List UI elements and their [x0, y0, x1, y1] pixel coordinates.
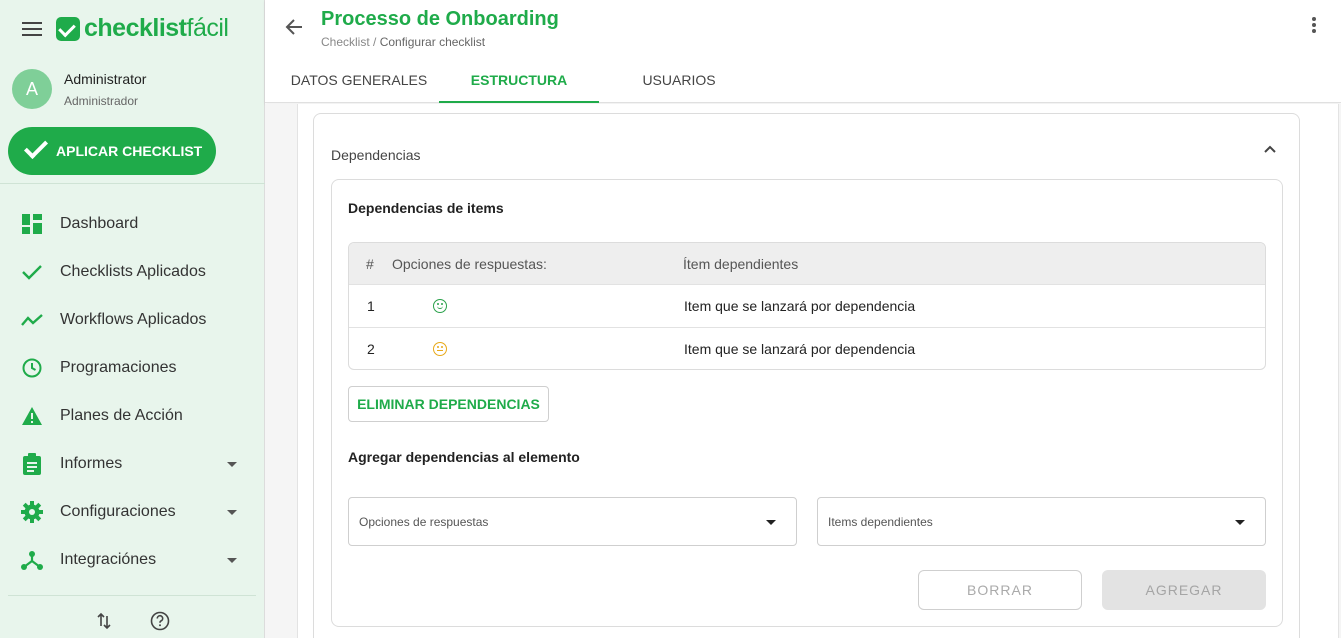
- response-options-select[interactable]: Opciones de respuestas: [348, 497, 797, 546]
- clipboard-icon: [21, 453, 43, 475]
- sidebar-item-programaciones[interactable]: Programaciones: [0, 344, 264, 392]
- table-row: 1 Item que se lanzará por dependencia: [349, 284, 1265, 327]
- dependencies-panel: Dependencias Dependencias de items # Opc…: [313, 113, 1300, 638]
- apply-checklist-button[interactable]: APLICAR CHECKLIST: [8, 127, 216, 175]
- sidebar-nav: Dashboard Checklists Aplicados Workflows…: [0, 200, 264, 584]
- sidebar-item-label: Integraciónes: [60, 551, 157, 568]
- sidebar-item-label: Dashboard: [60, 215, 139, 232]
- sidebar-item-label: Checklists Aplicados: [60, 263, 206, 280]
- divider: [0, 183, 265, 184]
- sidebar-item-planes-de-accion[interactable]: Planes de Acción: [0, 392, 264, 440]
- sidebar-item-dashboard[interactable]: Dashboard: [0, 200, 264, 248]
- dependent-item: Item que se lanzará por dependencia: [684, 298, 916, 314]
- sidebar-item-label: Planes de Acción: [60, 407, 183, 424]
- sidebar-item-label: Programaciones: [60, 359, 177, 376]
- sidebar-item-workflows-aplicados[interactable]: Workflows Aplicados: [0, 296, 264, 344]
- check-icon: [23, 134, 49, 160]
- avatar: A: [12, 69, 52, 109]
- breadcrumb-separator: /: [369, 35, 380, 49]
- sidebar-item-configuraciones[interactable]: Configuraciones: [0, 488, 264, 536]
- tab-bar: DATOS GENERALES ESTRUCTURA USUARIOS: [279, 56, 759, 103]
- help-icon[interactable]: [149, 610, 171, 632]
- neutral-face-icon: [433, 342, 447, 356]
- chevron-down-icon: [227, 461, 237, 467]
- table-row: 2 Item que se lanzará por dependencia: [349, 327, 1265, 369]
- divider: [8, 595, 256, 596]
- back-arrow-icon[interactable]: [283, 16, 305, 38]
- row-number: 1: [367, 298, 375, 314]
- dependencies-section: Dependencias de items # Opciones de resp…: [331, 179, 1283, 627]
- tab-datos-generales[interactable]: DATOS GENERALES: [279, 56, 439, 103]
- logo-check-icon: [56, 16, 80, 41]
- sort-arrows-icon[interactable]: [93, 610, 115, 632]
- dropdown-arrow-icon: [1235, 520, 1245, 525]
- gear-icon: [21, 501, 43, 523]
- breadcrumb: Checklist / Configurar checklist: [321, 35, 485, 49]
- clock-icon: [21, 357, 43, 379]
- panel-title: Dependencias: [331, 147, 421, 163]
- sidebar-item-checklists-aplicados[interactable]: Checklists Aplicados: [0, 248, 264, 296]
- column-header: #: [366, 255, 374, 272]
- more-options-icon[interactable]: [1305, 17, 1323, 37]
- chevron-down-icon: [227, 509, 237, 515]
- dependent-items-select[interactable]: Items dependientes: [817, 497, 1266, 546]
- breadcrumb-current: Configurar checklist: [379, 35, 486, 49]
- logo-text-bold: checklist: [84, 14, 187, 42]
- select-placeholder: Items dependientes: [828, 515, 933, 529]
- dependent-item: Item que se lanzará por dependencia: [684, 341, 916, 357]
- dropdown-arrow-icon: [766, 520, 776, 525]
- hamburger-menu-icon[interactable]: [22, 22, 42, 38]
- clear-button[interactable]: BORRAR: [918, 570, 1082, 610]
- sidebar-footer: [0, 604, 264, 638]
- sidebar-item-integraciones[interactable]: Integraciónes: [0, 536, 264, 584]
- chevron-up-icon[interactable]: [1263, 142, 1277, 156]
- user-name: Administrator: [64, 71, 147, 87]
- main-content: Dependencias Dependencias de items # Opc…: [265, 104, 1341, 638]
- delete-dependencies-button[interactable]: ELIMINAR DEPENDENCIAS: [348, 386, 549, 422]
- section-title: Agregar dependencias al elemento: [348, 449, 580, 465]
- column-header: Opciones de respuestas:: [392, 255, 547, 272]
- trend-icon: [21, 309, 43, 331]
- column-header: Ítem dependientes: [683, 255, 799, 272]
- sidebar-item-label: Workflows Aplicados: [60, 311, 207, 328]
- apply-checklist-label: APLICAR CHECKLIST: [56, 143, 203, 159]
- tab-estructura[interactable]: ESTRUCTURA: [439, 56, 599, 103]
- sidebar-item-informes[interactable]: Informes: [0, 440, 264, 488]
- add-button[interactable]: AGREGAR: [1102, 570, 1266, 610]
- sidebar-header: checklistfácil: [0, 0, 265, 60]
- chevron-down-icon: [227, 557, 237, 563]
- section-title: Dependencias de items: [348, 200, 504, 216]
- sidebar: checklistfácil A Administrator Administr…: [0, 0, 265, 638]
- page-header: Processo de Onboarding Checklist / Confi…: [265, 0, 1341, 103]
- sidebar-item-label: Informes: [60, 455, 123, 472]
- check-icon: [21, 261, 43, 283]
- logo-text-light: fácil: [186, 14, 229, 42]
- happy-face-icon: [433, 299, 447, 313]
- page-title: Processo de Onboarding: [321, 8, 559, 30]
- dashboard-icon: [21, 213, 43, 235]
- logo[interactable]: checklistfácil: [56, 14, 229, 43]
- breadcrumb-root[interactable]: Checklist: [321, 35, 370, 49]
- warning-icon: [21, 405, 43, 427]
- user-role: Administrador: [64, 94, 139, 108]
- sidebar-item-label: Configuraciones: [60, 503, 176, 520]
- dependencies-table: # Opciones de respuestas: Ítem dependien…: [348, 242, 1266, 370]
- row-number: 2: [367, 341, 375, 357]
- integrations-icon: [21, 549, 43, 571]
- table-header: # Opciones de respuestas: Ítem dependien…: [349, 243, 1265, 284]
- tab-usuarios[interactable]: USUARIOS: [599, 56, 759, 103]
- select-placeholder: Opciones de respuestas: [359, 515, 489, 529]
